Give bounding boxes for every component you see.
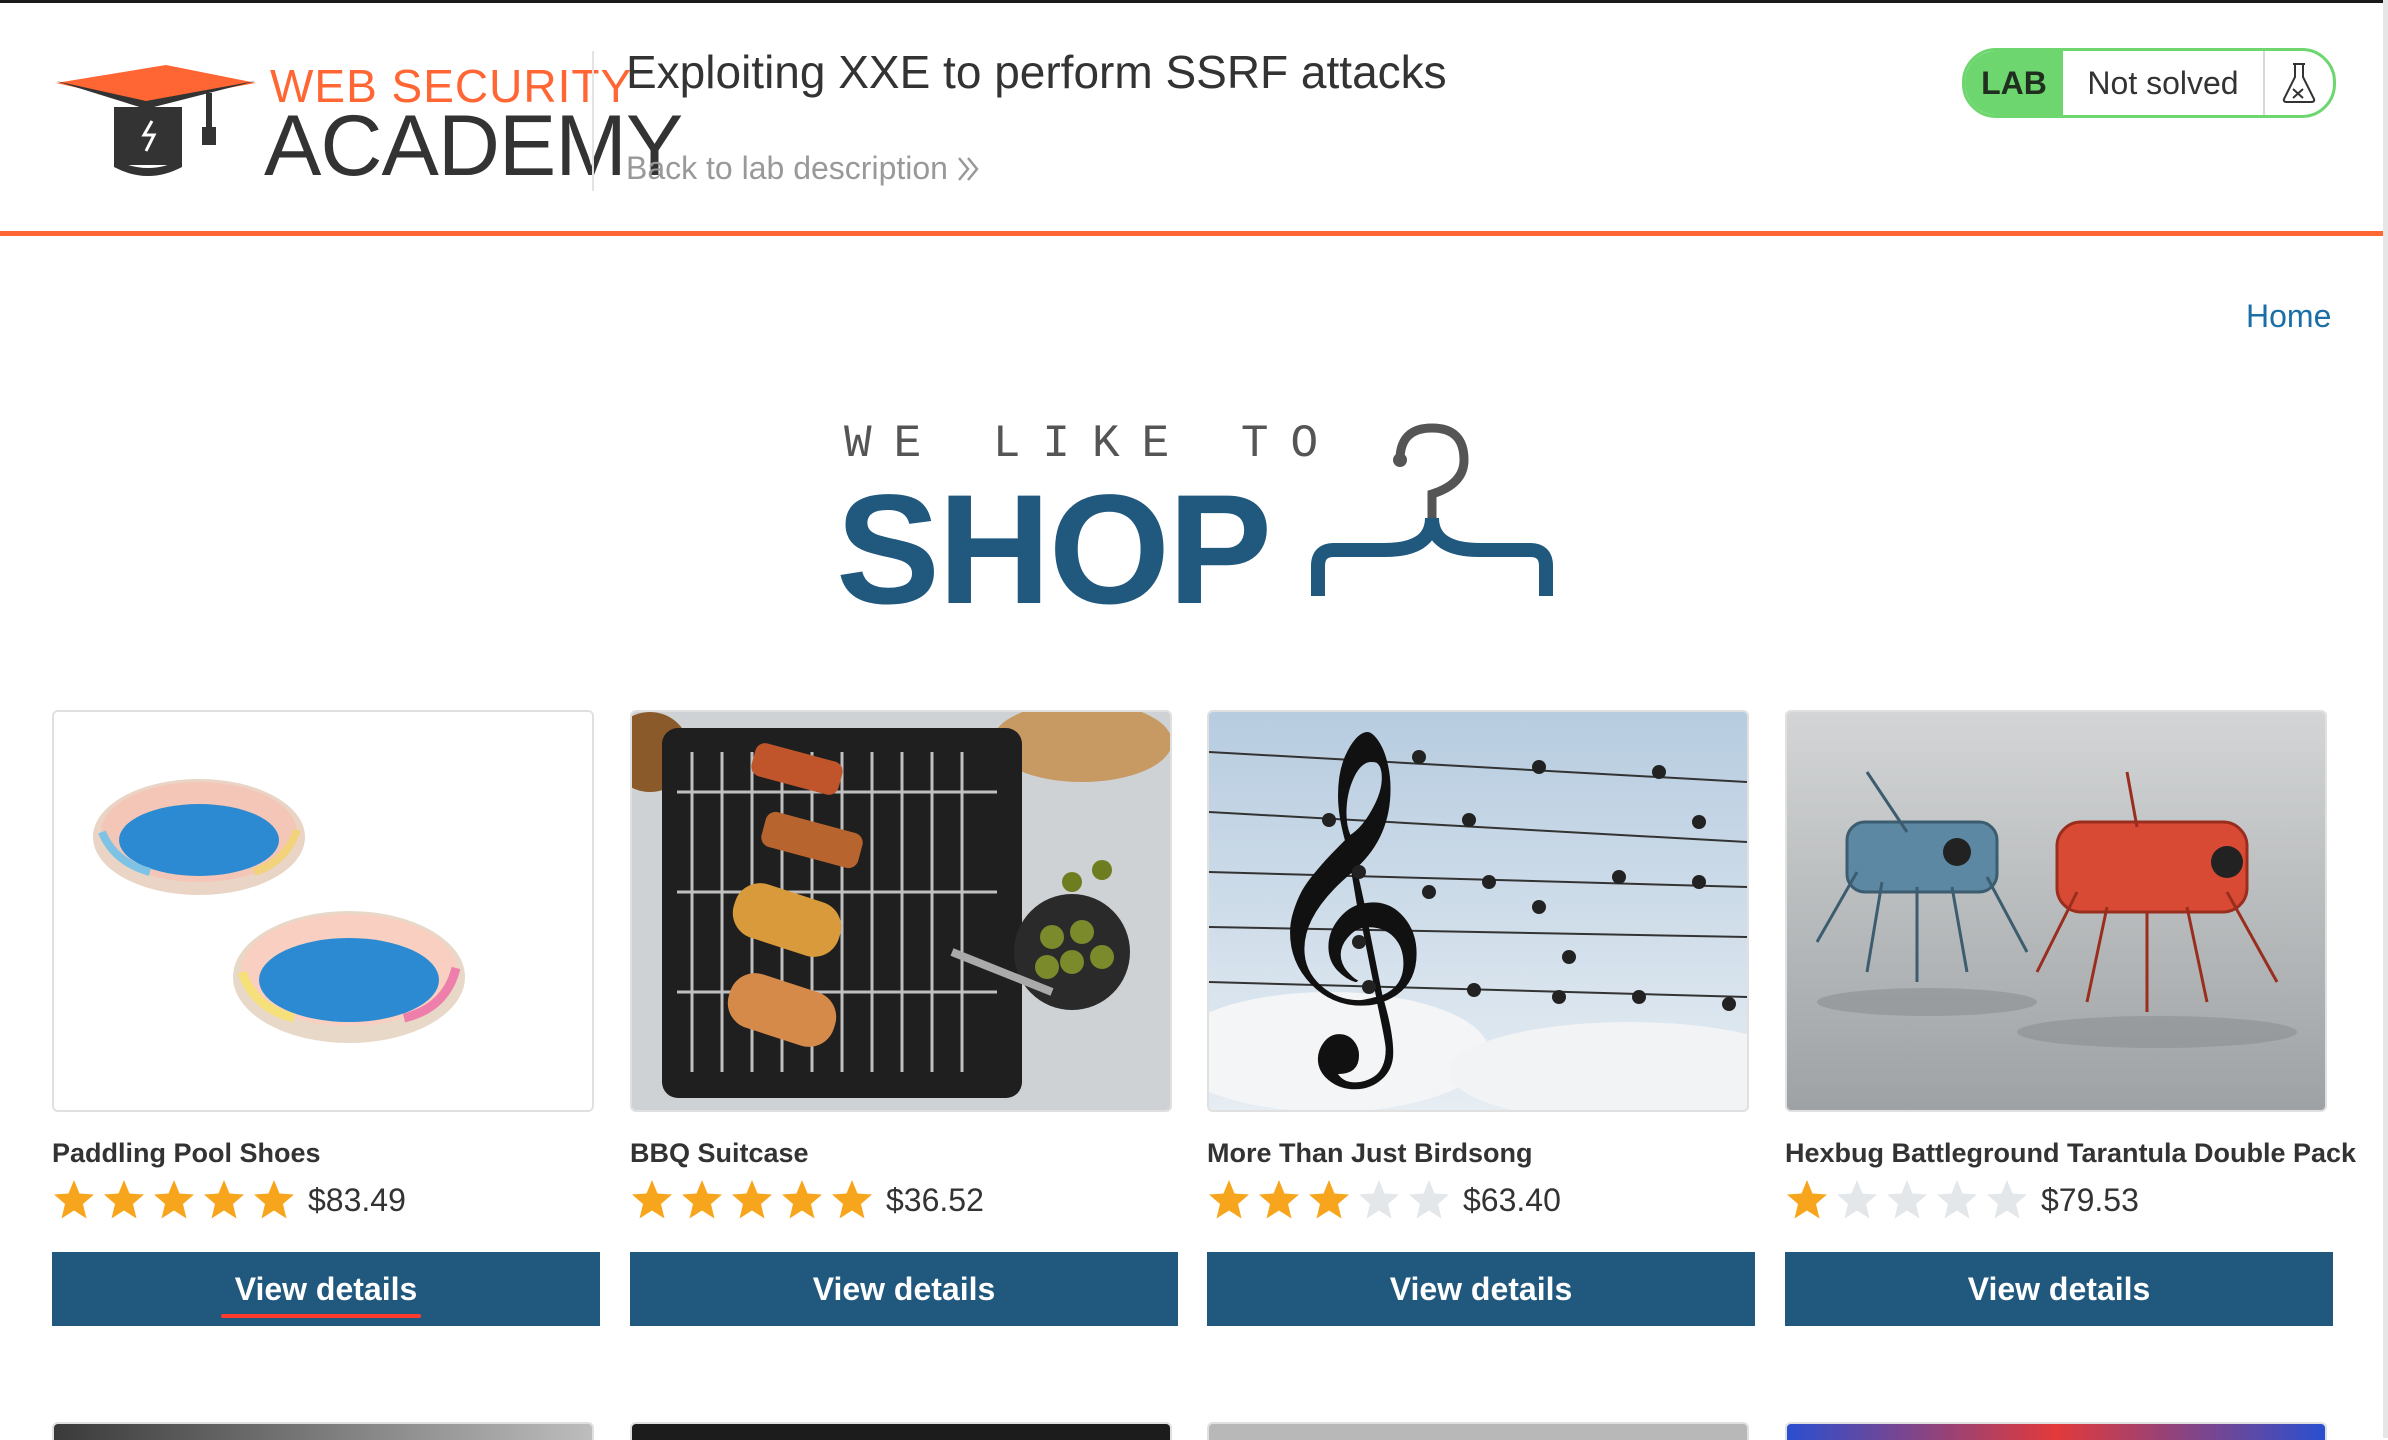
product-rating: $83.49 — [52, 1178, 406, 1222]
star-filled-icon — [1787, 1180, 1827, 1219]
product-image-partial — [1785, 1422, 2327, 1440]
view-details-button[interactable]: View details — [630, 1252, 1178, 1326]
star-filled-icon — [632, 1180, 672, 1219]
product-name: Paddling Pool Shoes — [52, 1138, 321, 1168]
header-divider — [592, 51, 594, 191]
star-empty-icon — [1937, 1180, 1977, 1219]
star-filled-icon — [682, 1180, 722, 1219]
svg-text:𝄞: 𝄞 — [1254, 724, 1431, 1091]
back-link-label: Back to lab description — [626, 150, 948, 186]
star-filled-icon — [732, 1180, 772, 1219]
star-empty-icon — [1409, 1180, 1449, 1219]
product-image-partial — [1207, 1422, 1749, 1440]
product-name: BBQ Suitcase — [630, 1138, 809, 1168]
academy-logo[interactable]: WEB SECURITY ACADEMY — [56, 59, 683, 194]
star-filled-icon — [54, 1180, 94, 1219]
star-empty-icon — [1359, 1180, 1399, 1219]
lab-title: Exploiting XXE to perform SSRF attacks — [626, 46, 1447, 98]
home-link[interactable]: Home — [2246, 298, 2331, 335]
banner-title: SHOP — [836, 463, 1272, 637]
robot-spiders-image — [1785, 710, 2327, 1112]
product-price: $63.40 — [1463, 1181, 1561, 1218]
back-to-lab-link[interactable]: Back to lab description — [626, 150, 982, 187]
product-rating: $63.40 — [1207, 1178, 1561, 1222]
product-image-partial — [52, 1422, 594, 1440]
view-details-label: View details — [1389, 1270, 1573, 1307]
product-price: $79.53 — [2041, 1181, 2139, 1218]
product-rating: $36.52 — [630, 1178, 984, 1222]
double-chevron-right-icon — [957, 156, 979, 181]
star-filled-icon — [1259, 1180, 1299, 1219]
view-details-label: View details — [220, 1270, 421, 1318]
clothes-hanger-icon — [1311, 423, 1553, 596]
product-price: $36.52 — [886, 1181, 984, 1218]
product-price: $83.49 — [308, 1181, 406, 1218]
lab-header: WEB SECURITY ACADEMY Exploiting XXE to p… — [0, 3, 2383, 231]
star-filled-icon — [204, 1180, 244, 1219]
bbq-grill-image — [630, 710, 1172, 1112]
star-empty-icon — [1987, 1180, 2027, 1219]
star-empty-icon — [1887, 1180, 1927, 1219]
logo-text-academy: ACADEMY — [264, 98, 683, 194]
scrollbar-track[interactable] — [2383, 0, 2388, 1438]
header-accent-line — [0, 231, 2383, 236]
star-empty-icon — [1837, 1180, 1877, 1219]
product-rating: $79.53 — [1785, 1178, 2139, 1222]
product-image-partial — [630, 1422, 1172, 1440]
star-filled-icon — [154, 1180, 194, 1219]
star-filled-icon — [104, 1180, 144, 1219]
star-filled-icon — [254, 1180, 294, 1219]
product-name: Hexbug Battleground Tarantula Double Pac… — [1785, 1138, 2357, 1168]
product-name: More Than Just Birdsong — [1207, 1138, 1533, 1168]
star-filled-icon — [832, 1180, 872, 1219]
lab-status-widget: LAB Not solved — [1962, 48, 2336, 118]
graduation-cap-icon — [56, 65, 256, 176]
lab-badge: LAB — [1965, 51, 2063, 115]
star-filled-icon — [782, 1180, 822, 1219]
view-details-label: View details — [1967, 1270, 2151, 1307]
flask-icon — [2265, 51, 2333, 115]
view-details-button[interactable]: View details — [52, 1252, 600, 1326]
lab-status-text: Not solved — [2063, 51, 2265, 115]
birds-on-wires-image: 𝄞 — [1207, 710, 1749, 1112]
star-filled-icon — [1209, 1180, 1249, 1219]
view-details-button[interactable]: View details — [1207, 1252, 1755, 1326]
star-filled-icon — [1309, 1180, 1349, 1219]
view-details-label: View details — [812, 1270, 996, 1307]
paddling-pool-image — [52, 710, 594, 1112]
shop-banner: WE LIKE TO SHOP — [836, 410, 1556, 628]
view-details-button[interactable]: View details — [1785, 1252, 2333, 1326]
